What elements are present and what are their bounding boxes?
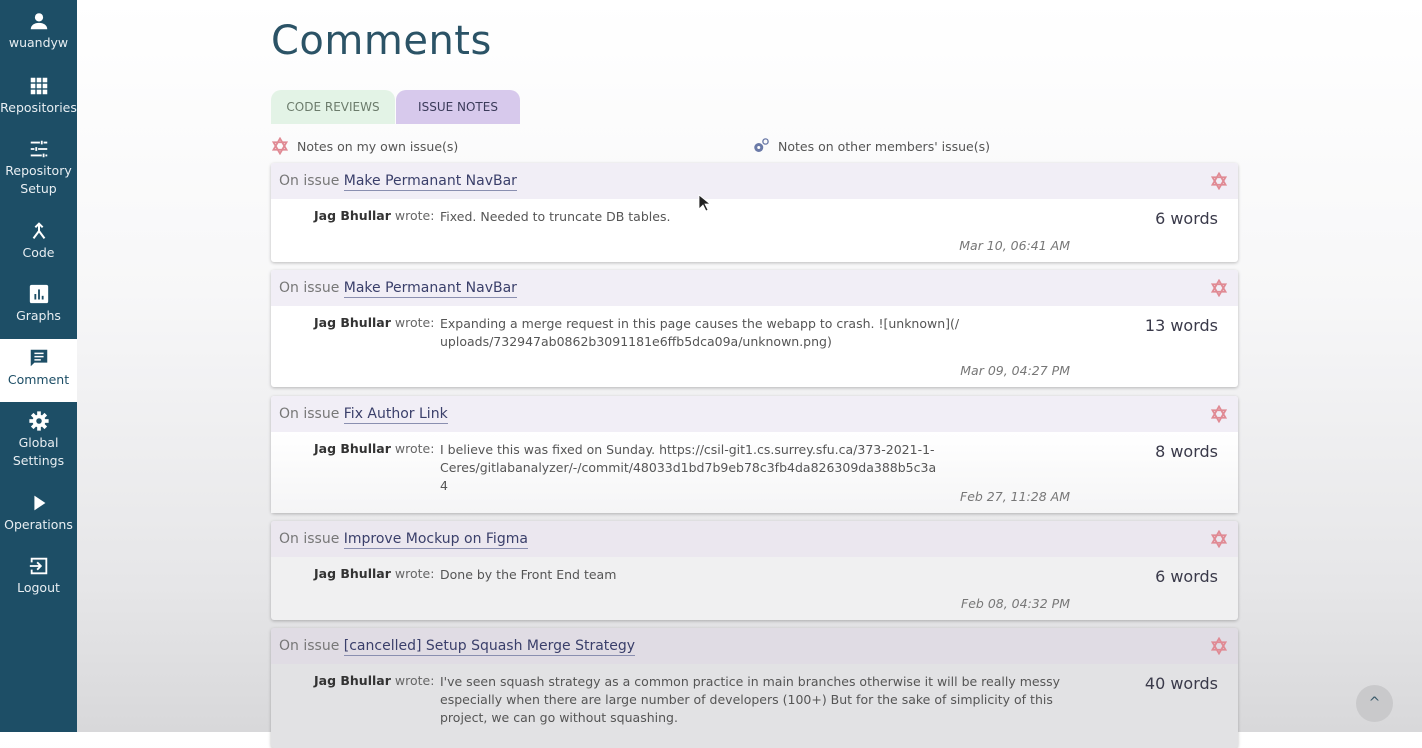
star-of-david-icon [1210, 279, 1228, 297]
issue-prefix: On issue [279, 280, 340, 296]
sidebar-item-global-settings[interactable]: Global Settings [0, 410, 77, 470]
issue-prefix: On issue [279, 406, 340, 422]
sliders-icon [0, 138, 77, 160]
note-text: I've seen squash strategy as a common pr… [440, 674, 1060, 725]
note-date: Feb 08, 04:32 PM [961, 596, 1070, 611]
issue-link[interactable]: Make Permanant NavBar [343, 280, 517, 298]
note-card: On issue Improve Mockup on Figma Jag Bhu… [271, 521, 1238, 620]
note-card-body: Jag Bhullar wrote: I believe this was fi… [271, 432, 1238, 513]
note-date: Feb 27, 11:28 AM [960, 489, 1070, 504]
note-date: Mar 10, 06:41 AM [959, 238, 1070, 253]
chevron-up-icon: ^ [1368, 695, 1381, 711]
note-card-body: Jag Bhullar wrote: Done by the Front End… [271, 557, 1238, 620]
note-text: I believe this was fixed on Sunday. http… [440, 442, 937, 493]
sidebar-item-repository-setup[interactable]: Repository Setup [0, 138, 77, 198]
note-card: On issue Fix Author Link Jag Bhullar wro… [271, 396, 1238, 513]
sidebar-item-code[interactable]: Code [0, 220, 77, 262]
sidebar-item-comment[interactable]: Comment [0, 339, 77, 402]
bar-chart-icon [0, 283, 77, 305]
note-text: Fixed. Needed to truncate DB tables. [440, 209, 671, 224]
word-count: 40 words [1144, 674, 1218, 693]
issue-link[interactable]: Fix Author Link [343, 406, 448, 424]
note-card-header: On issue Make Permanant NavBar [271, 270, 1238, 306]
tab-code-reviews[interactable]: CODE REVIEWS [271, 90, 395, 124]
note-card-header: On issue Fix Author Link [271, 396, 1238, 432]
note-card-header: On issue Make Permanant NavBar [271, 163, 1238, 199]
word-count: 8 words [1155, 442, 1218, 461]
play-icon [0, 492, 77, 514]
note-author: Jag Bhullar wrote: [314, 566, 435, 581]
sidebar-item-label: wuandyw [8, 35, 69, 50]
note-card-header: On issue Improve Mockup on Figma [271, 521, 1238, 557]
legend-other-label: Notes on other members' issue(s) [778, 138, 990, 154]
issue-link[interactable]: [cancelled] Setup Squash Merge Strategy [343, 638, 636, 656]
note-date: Mar 09, 04:27 PM [960, 363, 1070, 378]
legend-own-label: Notes on my own issue(s) [297, 138, 459, 154]
legend-other-issues: Notes on other members' issue(s) [752, 137, 990, 155]
gear-icon [0, 410, 77, 432]
page-title: Comments [271, 18, 492, 64]
sidebar-item-label: Repositories [0, 100, 77, 115]
sidebar-item-label: Repository Setup [5, 163, 72, 196]
issue-link[interactable]: Make Permanant NavBar [343, 173, 517, 191]
sidebar-item-graphs[interactable]: Graphs [0, 283, 77, 325]
issue-prefix: On issue [279, 638, 340, 654]
note-text: Expanding a merge request in this page c… [440, 316, 960, 349]
sidebar-item-user[interactable]: wuandyw [0, 10, 77, 52]
grid-icon [0, 75, 77, 97]
sidebar-item-label: Logout [17, 580, 60, 595]
note-author: Jag Bhullar wrote: [314, 673, 435, 688]
sidebar-item-label: Operations [4, 517, 73, 532]
sidebar-item-logout[interactable]: Logout [0, 555, 77, 597]
note-card: On issue [cancelled] Setup Squash Merge … [271, 628, 1238, 748]
note-card-header: On issue [cancelled] Setup Squash Merge … [271, 628, 1238, 664]
tab-issue-notes[interactable]: ISSUE NOTES [396, 90, 520, 124]
logout-icon [0, 555, 77, 577]
note-card-body: Jag Bhullar wrote: I've seen squash stra… [271, 664, 1238, 748]
star-of-david-icon [1210, 405, 1228, 423]
sidebar-item-label: Global Settings [12, 435, 65, 468]
user-icon [0, 10, 77, 32]
word-count: 6 words [1155, 209, 1218, 228]
scroll-to-top-button[interactable]: ^ [1356, 685, 1393, 722]
sidebar-item-repositories[interactable]: Repositories [0, 75, 77, 117]
note-card: On issue Make Permanant NavBar Jag Bhull… [271, 163, 1238, 262]
note-author: Jag Bhullar wrote: [314, 441, 435, 456]
mouse-cursor-icon [698, 194, 710, 212]
issue-prefix: On issue [279, 531, 340, 547]
issue-link[interactable]: Improve Mockup on Figma [343, 531, 528, 549]
note-author: Jag Bhullar wrote: [314, 208, 435, 223]
issue-prefix: On issue [279, 173, 340, 189]
sidebar-item-label: Graphs [16, 308, 61, 323]
note-card-body: Jag Bhullar wrote: Fixed. Needed to trun… [271, 199, 1238, 262]
sidebar-item-operations[interactable]: Operations [0, 492, 77, 534]
word-count: 6 words [1155, 567, 1218, 586]
users-icon [754, 138, 769, 152]
word-count: 13 words [1144, 316, 1218, 335]
star-of-david-icon [1210, 172, 1228, 190]
star-of-david-icon [1210, 637, 1228, 655]
note-card-body: Jag Bhullar wrote: Expanding a merge req… [271, 306, 1238, 387]
note-text: Done by the Front End team [440, 567, 617, 582]
merge-icon [0, 220, 77, 242]
legend-own-issues: Notes on my own issue(s) [271, 137, 458, 155]
star-of-david-icon [1210, 530, 1228, 548]
sidebar: wuandyw Repositories Repository Setup Co… [0, 0, 77, 732]
comment-icon [0, 347, 77, 369]
note-card: On issue Make Permanant NavBar Jag Bhull… [271, 270, 1238, 387]
sidebar-item-label: Comment [7, 372, 70, 387]
sidebar-item-label: Code [22, 245, 55, 260]
star-of-david-icon [271, 137, 289, 155]
note-author: Jag Bhullar wrote: [314, 315, 435, 330]
